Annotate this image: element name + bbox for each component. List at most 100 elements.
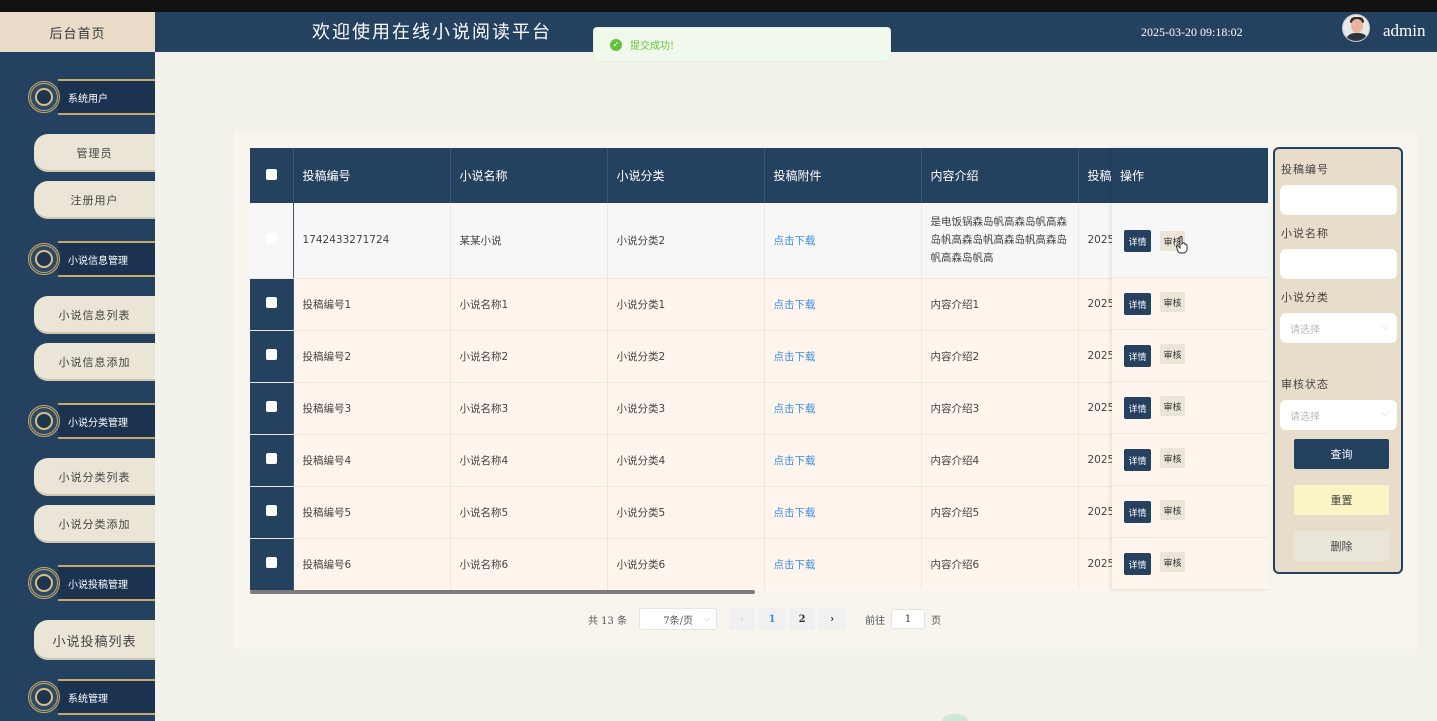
- status-select[interactable]: 请选择 ⌵: [1280, 400, 1397, 430]
- row-checkbox[interactable]: [265, 453, 277, 464]
- novel-name-input[interactable]: [1280, 249, 1397, 279]
- pagination-total: 共 13 条: [588, 615, 628, 627]
- check-circle-icon: ✓: [610, 38, 622, 51]
- detail-button[interactable]: 详情: [1124, 553, 1151, 575]
- avatar[interactable]: [1342, 14, 1370, 42]
- sidebar-item-submission-list[interactable]: 小说投稿列表: [34, 620, 155, 660]
- sidebar-group-system-management[interactable]: 系统管理: [22, 676, 155, 718]
- select-all-checkbox[interactable]: [265, 168, 277, 180]
- download-link[interactable]: 点击下载: [774, 559, 816, 571]
- goto-page-input[interactable]: 1: [891, 609, 926, 629]
- column-header: 小说分类: [607, 148, 765, 203]
- download-link[interactable]: 点击下载: [774, 235, 816, 247]
- success-toast: ✓ 提交成功!: [593, 27, 891, 62]
- download-link[interactable]: 点击下载: [774, 403, 816, 415]
- ornament-icon: [22, 77, 66, 117]
- cell-category: 小说分类3: [607, 382, 765, 435]
- download-link[interactable]: 点击下载: [774, 299, 816, 311]
- cell-category: 小说分类4: [607, 434, 765, 487]
- sidebar-group-novel-submission[interactable]: 小说投稿管理: [22, 562, 155, 604]
- row-checkbox[interactable]: [265, 233, 277, 245]
- submission-id-input[interactable]: [1280, 185, 1397, 215]
- page-number-1[interactable]: 1: [759, 608, 786, 630]
- chevron-down-icon: ⌵: [1381, 321, 1389, 332]
- cell-novel-name: 小说名称4: [450, 434, 608, 487]
- select-all-cell[interactable]: [250, 148, 294, 203]
- prev-page-button[interactable]: ‹: [729, 608, 756, 630]
- search-panel: 投稿编号 小说名称 小说分类 请选择 ⌵ 审核状态 请选择 ⌵ 查询 重置 删除: [1273, 147, 1403, 574]
- horizontal-scrollbar[interactable]: [250, 590, 755, 594]
- row-checkbox[interactable]: [265, 505, 277, 516]
- sidebar-group-novel-category[interactable]: 小说分类管理: [22, 400, 155, 442]
- audit-button[interactable]: 审核: [1160, 448, 1185, 468]
- row-select-cell[interactable]: [250, 434, 294, 487]
- ops-row: 详情 审核: [1112, 278, 1268, 330]
- page-number-2[interactable]: 2: [789, 608, 816, 630]
- delete-button[interactable]: 删除: [1294, 531, 1389, 561]
- sidebar-item-novel-list[interactable]: 小说信息列表: [34, 296, 155, 334]
- download-link[interactable]: 点击下载: [774, 351, 816, 363]
- detail-button[interactable]: 详情: [1124, 293, 1151, 315]
- sidebar: 系统用户 管理员 注册用户 小说信息管理 小说信息列表 小说信息添加 小说分类管…: [0, 52, 155, 721]
- sidebar-item-admins[interactable]: 管理员: [34, 134, 155, 172]
- top-strip: [0, 0, 1437, 12]
- reset-button[interactable]: 重置: [1294, 485, 1389, 515]
- cell-novel-name: 小说名称1: [450, 278, 608, 331]
- row-select-cell[interactable]: [250, 538, 294, 590]
- page-size-select[interactable]: 7条/页 ⌵: [639, 608, 718, 630]
- row-checkbox[interactable]: [265, 557, 277, 568]
- download-link[interactable]: 点击下载: [774, 455, 816, 467]
- detail-button[interactable]: 详情: [1124, 501, 1151, 523]
- ops-row: 详情 审核: [1112, 330, 1268, 382]
- row-select-cell[interactable]: [250, 278, 294, 331]
- page-size-value: 7条/页: [663, 615, 693, 627]
- detail-button[interactable]: 详情: [1124, 345, 1151, 367]
- ops-row: 详情 审核: [1112, 486, 1268, 538]
- home-tab[interactable]: 后台首页: [0, 12, 155, 52]
- next-page-button[interactable]: ›: [819, 608, 846, 630]
- cell-intro: 内容介绍1: [921, 278, 1079, 331]
- sidebar-group-system-users[interactable]: 系统用户: [22, 76, 155, 118]
- row-select-cell[interactable]: [250, 330, 294, 383]
- cell-intro: 内容介绍2: [921, 330, 1079, 383]
- cell-attachment: 点击下载: [764, 434, 922, 487]
- ops-row: 详情 审核: [1112, 434, 1268, 486]
- chevron-down-icon: ⌵: [1381, 408, 1389, 419]
- audit-button[interactable]: 审核: [1160, 552, 1185, 572]
- sidebar-item-category-list[interactable]: 小说分类列表: [34, 458, 155, 496]
- status-select-placeholder: 请选择: [1290, 411, 1320, 423]
- audit-button[interactable]: 审核: [1160, 344, 1185, 364]
- category-select[interactable]: 请选择 ⌵: [1280, 313, 1397, 343]
- username[interactable]: admin: [1383, 21, 1426, 41]
- row-checkbox[interactable]: [265, 297, 277, 308]
- audit-button[interactable]: 审核: [1160, 292, 1185, 312]
- row-select-cell[interactable]: [250, 203, 294, 279]
- sidebar-item-category-add[interactable]: 小说分类添加: [34, 505, 155, 543]
- cell-novel-name: 小说名称3: [450, 382, 608, 435]
- download-link[interactable]: 点击下载: [774, 507, 816, 519]
- sidebar-group-title: 小说分类管理: [58, 403, 155, 439]
- cell-attachment: 点击下载: [764, 203, 922, 279]
- sidebar-group-novel-info[interactable]: 小说信息管理: [22, 238, 155, 280]
- column-header: 投稿附件: [764, 148, 922, 203]
- cell-attachment: 点击下载: [764, 486, 922, 539]
- detail-button[interactable]: 详情: [1124, 449, 1151, 471]
- query-button[interactable]: 查询: [1294, 439, 1389, 469]
- sidebar-item-registered-users[interactable]: 注册用户: [34, 181, 155, 219]
- audit-button[interactable]: 审核: [1160, 500, 1185, 520]
- row-checkbox[interactable]: [265, 401, 277, 412]
- detail-button[interactable]: 详情: [1124, 230, 1151, 252]
- row-checkbox[interactable]: [265, 349, 277, 360]
- cell-intro: 内容介绍5: [921, 486, 1079, 539]
- site-title: 欢迎使用在线小说阅读平台: [312, 22, 552, 43]
- row-select-cell[interactable]: [250, 486, 294, 539]
- avatar-face: [1351, 19, 1363, 33]
- row-select-cell[interactable]: [250, 382, 294, 435]
- detail-button[interactable]: 详情: [1124, 397, 1151, 419]
- category-select-placeholder: 请选择: [1290, 324, 1320, 336]
- audit-button[interactable]: 审核: [1160, 396, 1185, 416]
- sidebar-item-novel-add[interactable]: 小说信息添加: [34, 343, 155, 381]
- floating-widget[interactable]: [942, 714, 968, 721]
- sidebar-group-title: 系统用户: [58, 79, 155, 115]
- cell-novel-name: 某某小说: [450, 203, 608, 279]
